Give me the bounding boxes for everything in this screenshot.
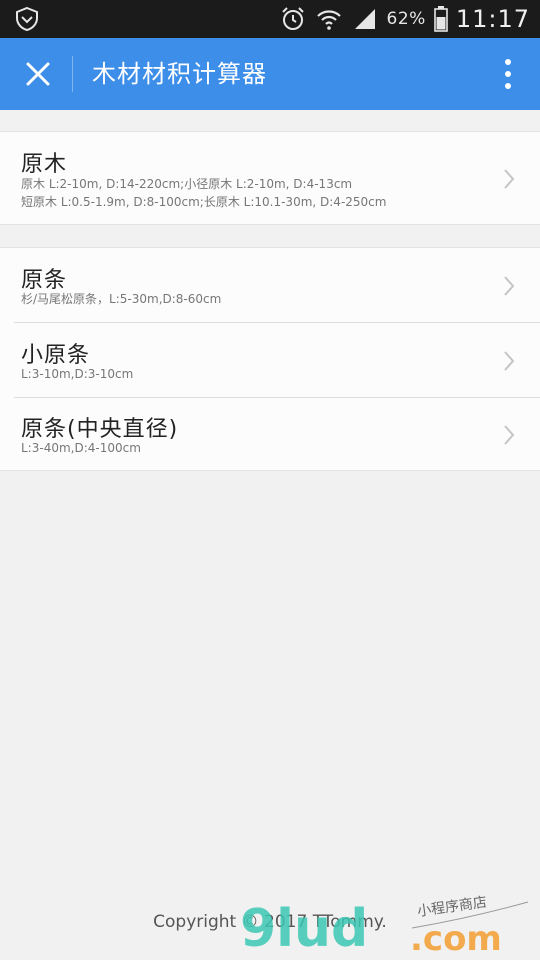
list-item-pole[interactable]: 原条 杉/马尾松原条，L:5-30m,D:8-60cm [0,248,540,323]
watermark-brand: 9lud [240,899,368,954]
chevron-right-icon [504,425,515,445]
list-item-subtitle: 杉/马尾松原条，L:5-30m,D:8-60cm [21,292,222,306]
chevron-right-icon [504,169,515,189]
list-group-poles: 原条 杉/马尾松原条，L:5-30m,D:8-60cm 小原条 L:3-10m,… [0,247,540,471]
watermark-logo: 9lud .com 小程序商店 [240,894,529,954]
chevron-right-icon [504,276,515,296]
list-item-title: 原木 [21,152,68,177]
list-group-logs: 原木 原木 L:2-10m, D:14-220cm;小径原木 L:2-10m, … [0,131,540,225]
chevron-right-icon [504,351,515,371]
wifi-icon [316,10,341,30]
clock-time: 11:17 [455,5,530,33]
more-vertical-icon [505,59,511,65]
list-item-subtitle: L:3-10m,D:3-10cm [21,367,134,381]
app-bar: 木材材积计算器 [0,38,540,110]
watermark-domain: .com [410,919,502,954]
list-item-subtitle: L:3-40m,D:4-100cm [21,441,141,455]
close-icon [26,62,50,86]
list-item-small-pole[interactable]: 小原条 L:3-10m,D:3-10cm [0,323,540,398]
shield-icon [16,6,38,32]
alarm-clock-icon [281,7,304,30]
signal-icon [354,9,375,29]
status-bar: 62% 11:17 [0,0,540,38]
battery-percent: 62% [386,9,426,29]
app-bar-divider [72,56,73,92]
list-item-pole-middle-diameter[interactable]: 原条(中央直径) L:3-40m,D:4-100cm [0,398,540,472]
list-item-subtitle-2: 短原木 L:0.5-1.9m, D:8-100cm;长原木 L:10.1-30m… [21,195,387,209]
battery-icon [434,6,448,32]
page-title: 木材材积计算器 [92,60,267,88]
list-item-subtitle-1: 原木 L:2-10m, D:14-220cm;小径原木 L:2-10m, D:4… [21,177,353,191]
more-options-button[interactable] [498,56,518,92]
close-button[interactable] [18,54,58,94]
watermark-caption: 小程序商店 [416,894,488,920]
list-item-log[interactable]: 原木 原木 L:2-10m, D:14-220cm;小径原木 L:2-10m, … [0,132,540,226]
